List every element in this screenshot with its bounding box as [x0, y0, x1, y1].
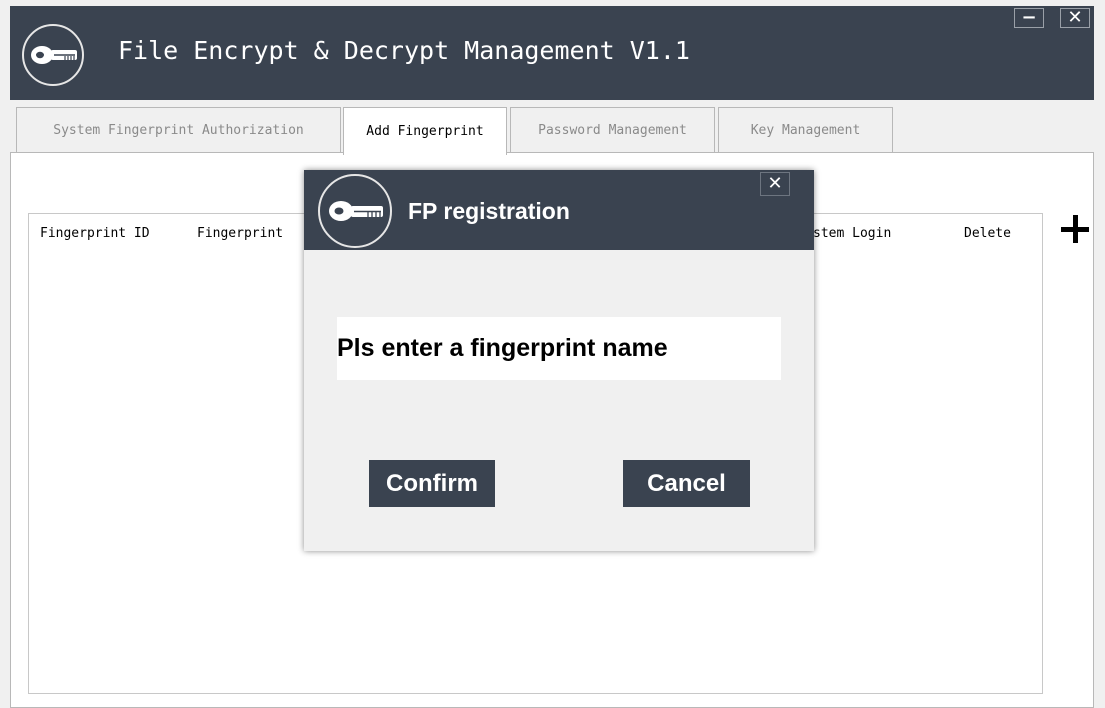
tab-password-management[interactable]: Password Management — [510, 107, 715, 153]
tab-key-management[interactable]: Key Management — [718, 107, 893, 153]
cancel-button[interactable]: Cancel — [623, 460, 750, 507]
dialog-header: FP registration ✕ — [304, 170, 814, 250]
column-header-delete: Delete — [964, 226, 1011, 241]
key-icon — [22, 24, 84, 86]
confirm-button[interactable]: Confirm — [369, 460, 495, 507]
fp-registration-dialog: FP registration ✕ Confirm Cancel — [304, 170, 814, 551]
column-header-system-login: stem Login — [813, 226, 892, 241]
app-window: File Encrypt & Decrypt Management V1.1 −… — [0, 0, 1105, 708]
tab-system-fingerprint-authorization[interactable]: System Fingerprint Authorization — [16, 107, 341, 153]
fingerprint-name-input[interactable] — [337, 317, 781, 380]
minimize-button[interactable]: − — [1014, 8, 1044, 28]
tab-add-fingerprint[interactable]: Add Fingerprint — [343, 107, 507, 155]
app-title: File Encrypt & Decrypt Management V1.1 — [118, 36, 690, 65]
dialog-title: FP registration — [408, 198, 570, 224]
key-icon — [318, 174, 392, 248]
column-header-fingerprint: Fingerprint — [197, 226, 284, 241]
dialog-close-button[interactable]: ✕ — [760, 172, 790, 196]
title-bar: File Encrypt & Decrypt Management V1.1 −… — [10, 6, 1094, 100]
column-header-fingerprint-id: Fingerprint ID — [40, 226, 150, 241]
add-fingerprint-button[interactable] — [1058, 212, 1092, 246]
plus-icon-stroke — [1072, 215, 1078, 243]
close-window-button[interactable]: ✕ — [1060, 8, 1090, 28]
